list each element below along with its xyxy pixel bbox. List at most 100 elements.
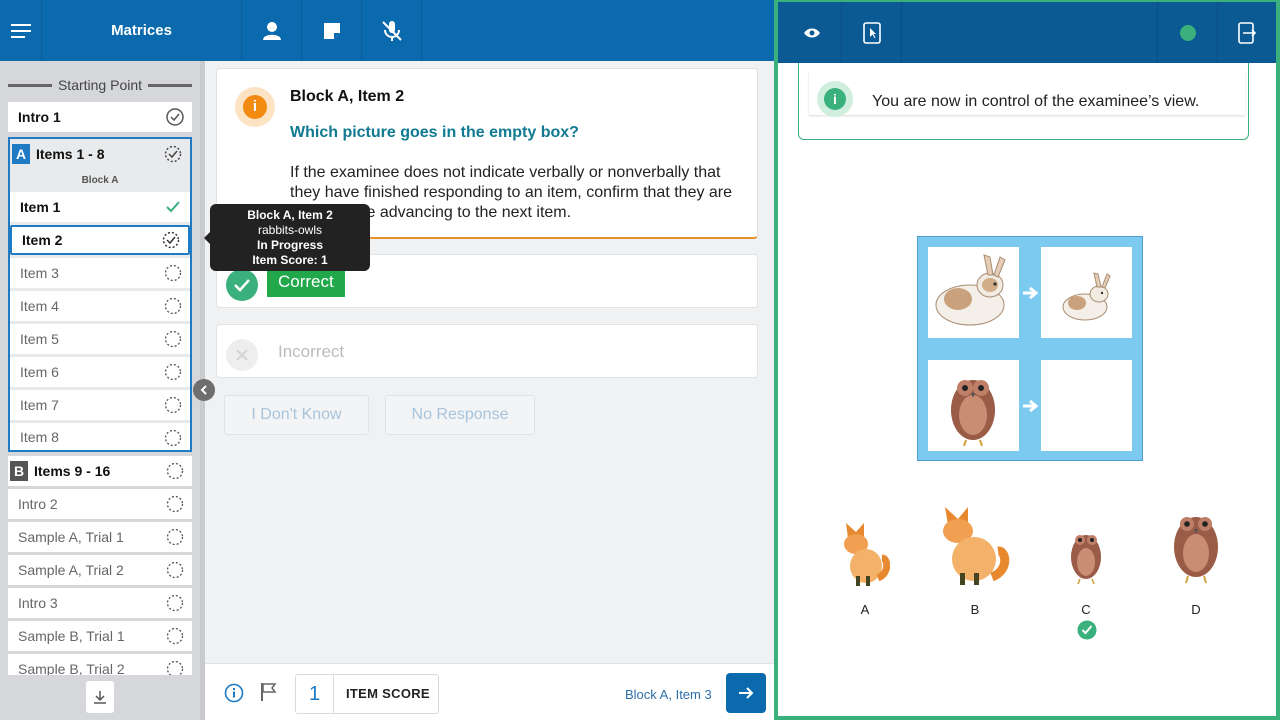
sidebar-item-sample-b-trial-2[interactable]: Sample B, Trial 2 bbox=[8, 654, 192, 675]
mic-off-button[interactable] bbox=[362, 0, 422, 61]
eye-button[interactable] bbox=[782, 2, 842, 63]
control-notice: i You are now in control of the examinee… bbox=[798, 63, 1249, 140]
examinee-view-panel: i You are now in control of the examinee… bbox=[774, 0, 1280, 720]
block-a-header[interactable]: A Items 1 - 8 bbox=[10, 139, 190, 169]
item-panel: i Block A, Item 2 Which picture goes in … bbox=[205, 61, 774, 720]
top-toolbar: Matrices bbox=[0, 0, 774, 61]
sidebar-item-sample-a-trial-2[interactable]: Sample A, Trial 2 bbox=[8, 555, 192, 585]
matrix-cell-owl bbox=[928, 360, 1019, 451]
sidebar-item-7[interactable]: Item 7 bbox=[10, 390, 190, 420]
option-a-label: A bbox=[860, 602, 870, 617]
progress-circle-icon bbox=[162, 231, 180, 249]
matrix-cell-empty bbox=[1041, 360, 1132, 451]
item-question: Which picture goes in the empty box? bbox=[290, 124, 579, 141]
sidebar-item-2[interactable]: Item 2 bbox=[10, 225, 190, 255]
notes-button[interactable] bbox=[302, 0, 362, 61]
block-b-header[interactable]: B Items 9 - 16 bbox=[8, 456, 192, 486]
option-b[interactable]: B bbox=[940, 505, 1010, 617]
starting-point-divider: Starting Point bbox=[8, 75, 192, 95]
sidebar-item-intro-3[interactable]: Intro 3 bbox=[8, 588, 192, 618]
item-score-box[interactable]: 1 ITEM SCORE bbox=[295, 674, 439, 714]
option-c-label: C bbox=[1081, 602, 1091, 617]
item-sidebar: Starting Point Intro 1 A Items 1 - 8 Blo… bbox=[0, 61, 200, 720]
dashed-circle-icon bbox=[166, 528, 184, 546]
sidebar-item-1[interactable]: Item 1 bbox=[10, 192, 190, 222]
sidebar-item-label: Sample B, Trial 2 bbox=[18, 661, 125, 675]
tooltip-item-name: rabbits-owls bbox=[257, 223, 323, 237]
sidebar-item-4[interactable]: Item 4 bbox=[10, 291, 190, 321]
matrix-puzzle bbox=[917, 236, 1143, 461]
response-incorrect[interactable]: Incorrect bbox=[216, 324, 758, 378]
sidebar-item-sample-a-trial-1[interactable]: Sample A, Trial 1 bbox=[8, 522, 192, 552]
tablet-control-button[interactable] bbox=[842, 2, 902, 63]
dont-know-button[interactable]: I Don't Know bbox=[224, 395, 369, 435]
item-score-value: 1 bbox=[296, 675, 334, 713]
connection-status bbox=[1158, 2, 1218, 63]
sidebar-item-label: Sample A, Trial 2 bbox=[18, 562, 124, 578]
sidebar-item-5[interactable]: Item 5 bbox=[10, 324, 190, 354]
mic-off-icon bbox=[381, 20, 402, 41]
no-response-button[interactable]: No Response bbox=[385, 395, 535, 435]
item-footer: 1 ITEM SCORE Block A, Item 3 bbox=[205, 663, 774, 720]
next-item-button[interactable] bbox=[726, 673, 766, 713]
eye-icon bbox=[803, 28, 820, 37]
sidebar-item-label: Item 2 bbox=[22, 232, 63, 248]
collapse-sidebar-button[interactable] bbox=[193, 379, 215, 401]
incorrect-label: Incorrect bbox=[278, 342, 345, 361]
correct-label: Correct bbox=[267, 267, 345, 297]
option-d[interactable]: D bbox=[1170, 505, 1222, 617]
sidebar-item-intro-2[interactable]: Intro 2 bbox=[8, 489, 192, 519]
flag-icon[interactable] bbox=[260, 682, 278, 702]
option-c[interactable]: C bbox=[1066, 524, 1106, 640]
tooltip-score: Item Score: 1 bbox=[252, 253, 328, 267]
arrow-right-icon bbox=[739, 687, 754, 699]
arrow-right-icon bbox=[1023, 400, 1039, 412]
matrix-cell-rabbit-small bbox=[1041, 247, 1132, 338]
dashed-circle-icon bbox=[164, 363, 182, 381]
app-title: Matrices bbox=[111, 22, 172, 39]
sidebar-item-intro-1[interactable]: Intro 1 bbox=[8, 102, 192, 132]
sidebar-item-label: Item 8 bbox=[20, 428, 59, 445]
check-circle-icon bbox=[166, 108, 184, 126]
person-button[interactable] bbox=[242, 0, 302, 61]
block-a-sublabel: Block A bbox=[81, 175, 119, 186]
tooltip-title: Block A, Item 2 bbox=[247, 208, 333, 222]
person-icon bbox=[262, 21, 281, 40]
exit-device-icon bbox=[1238, 21, 1256, 44]
exit-view-button[interactable] bbox=[1218, 2, 1276, 63]
tablet-pointer-icon bbox=[862, 21, 881, 44]
sidebar-item-3[interactable]: Item 3 bbox=[10, 258, 190, 288]
sidebar-item-label: Sample A, Trial 1 bbox=[18, 529, 124, 545]
sidebar-item-label: Item 4 bbox=[20, 298, 59, 314]
starting-point-label: Starting Point bbox=[57, 77, 143, 93]
dashed-circle-icon bbox=[166, 462, 184, 480]
checkmark-icon bbox=[166, 201, 180, 213]
dashed-circle-icon bbox=[164, 264, 182, 282]
info-icon: i bbox=[235, 87, 275, 127]
info-outline-icon[interactable] bbox=[224, 683, 244, 703]
check-circle-icon bbox=[226, 269, 258, 301]
dashed-circle-icon bbox=[166, 495, 184, 513]
sidebar-item-label: Item 6 bbox=[20, 364, 59, 380]
large-owl-image bbox=[1174, 517, 1218, 584]
option-d-label: D bbox=[1191, 602, 1201, 617]
block-b-badge: B bbox=[10, 461, 28, 481]
matrix-cell-rabbit-large bbox=[928, 247, 1019, 338]
option-a[interactable]: A bbox=[838, 518, 891, 617]
note-icon bbox=[323, 22, 340, 39]
sidebar-item-sample-b-trial-1[interactable]: Sample B, Trial 1 bbox=[8, 621, 192, 651]
sidebar-item-label: Intro 2 bbox=[18, 496, 58, 512]
toolbar-spacer bbox=[902, 2, 1158, 63]
sidebar-item-6[interactable]: Item 6 bbox=[10, 357, 190, 387]
dashed-circle-icon bbox=[164, 330, 182, 348]
sidebar-item-8[interactable]: Item 8 bbox=[10, 423, 190, 450]
dashed-circle-icon bbox=[166, 627, 184, 645]
rabbit-image bbox=[935, 254, 1006, 326]
dashed-circle-icon bbox=[164, 297, 182, 315]
download-button[interactable] bbox=[86, 681, 114, 713]
sidebar-item-label: Item 3 bbox=[20, 265, 59, 281]
menu-button[interactable] bbox=[0, 0, 42, 61]
examinee-toolbar bbox=[778, 2, 1276, 63]
item-heading: Block A, Item 2 bbox=[290, 88, 405, 105]
block-b-label: Items 9 - 16 bbox=[34, 463, 111, 479]
